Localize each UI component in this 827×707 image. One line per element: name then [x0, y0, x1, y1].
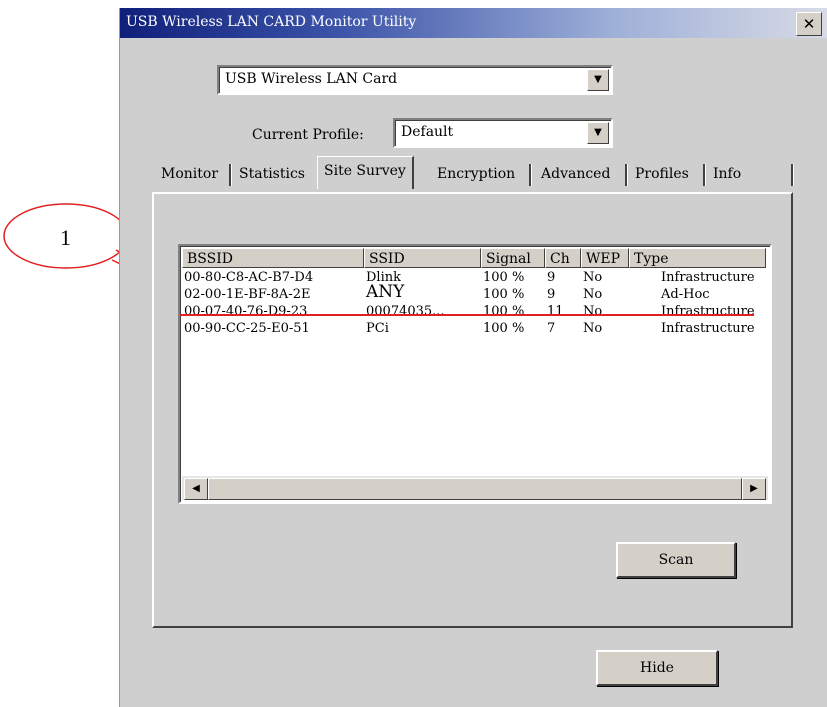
- cell-bssid: 00-07-40-76-D9-23: [184, 304, 308, 319]
- scan-button[interactable]: Scan: [616, 542, 736, 578]
- adapter-select-value: USB Wireless LAN Card: [225, 71, 398, 87]
- cell-ch: 9: [547, 287, 556, 302]
- site-survey-list[interactable]: BSSID SSID Signal Ch WEP Type 00-80-C8-A…: [178, 244, 772, 504]
- cell-signal: 100 %: [483, 304, 525, 319]
- window-title: USB Wireless LAN CARD Monitor Utility: [126, 14, 417, 30]
- monitor-utility-window: USB Wireless LAN CARD Monitor Utility ✕ …: [119, 8, 827, 707]
- adapter-select[interactable]: USB Wireless LAN Card ▼: [217, 65, 613, 95]
- cell-type: Infrastructure: [661, 270, 755, 285]
- cell-type: Infrastructure: [661, 304, 755, 319]
- list-header: BSSID SSID Signal Ch WEP Type: [182, 248, 768, 270]
- annotation-strike-line: [180, 314, 754, 316]
- tab-advanced[interactable]: Advanced: [535, 160, 616, 188]
- cell-ch: 11: [547, 304, 564, 319]
- column-signal[interactable]: Signal: [481, 248, 545, 268]
- cell-signal: 100 %: [483, 270, 525, 285]
- cell-bssid: 02-00-1E-BF-8A-2E: [184, 287, 311, 302]
- cell-ch: 7: [547, 321, 556, 336]
- tab-profiles[interactable]: Profiles: [629, 160, 695, 188]
- cell-bssid: 00-80-C8-AC-B7-D4: [184, 270, 314, 285]
- tab-statistics[interactable]: Statistics: [233, 160, 311, 188]
- cell-ssid: ANY: [366, 282, 405, 302]
- cell-bssid: 00-90-CC-25-E0-51: [184, 321, 310, 336]
- cell-signal: 100 %: [483, 321, 525, 336]
- profile-select-value: Default: [401, 124, 454, 140]
- cell-ssid: 00074035...: [366, 304, 445, 319]
- column-ch[interactable]: Ch: [545, 248, 581, 268]
- cell-ssid: PCi: [366, 321, 389, 336]
- column-wep[interactable]: WEP: [581, 248, 629, 268]
- current-profile-label: Current Profile:: [252, 127, 364, 143]
- column-ssid[interactable]: SSID: [364, 248, 481, 268]
- cell-signal: 100 %: [483, 287, 525, 302]
- tab-site-survey[interactable]: Site Survey: [317, 156, 414, 189]
- annotation-number: 1: [60, 225, 71, 250]
- scroll-thumb[interactable]: [208, 478, 742, 500]
- profile-select[interactable]: Default ▼: [393, 118, 613, 148]
- cell-wep: No: [583, 321, 603, 336]
- cell-wep: No: [583, 270, 603, 285]
- chevron-down-icon[interactable]: ▼: [587, 122, 609, 144]
- column-bssid[interactable]: BSSID: [182, 248, 364, 268]
- tab-info[interactable]: Info: [707, 160, 747, 188]
- column-type[interactable]: Type: [629, 248, 766, 268]
- tab-monitor[interactable]: Monitor: [155, 160, 224, 188]
- scroll-left-icon[interactable]: ◀: [184, 478, 208, 500]
- chevron-down-icon[interactable]: ▼: [587, 69, 609, 91]
- cell-ch: 9: [547, 270, 556, 285]
- tab-encryption[interactable]: Encryption: [431, 160, 521, 188]
- cell-wep: No: [583, 304, 603, 319]
- horizontal-scrollbar[interactable]: ◀ ▶: [182, 476, 768, 500]
- cell-type: Infrastructure: [661, 321, 755, 336]
- scroll-right-icon[interactable]: ▶: [742, 478, 766, 500]
- close-button[interactable]: ✕: [796, 12, 822, 36]
- hide-button[interactable]: Hide: [596, 650, 718, 686]
- cell-wep: No: [583, 287, 603, 302]
- cell-type: Ad-Hoc: [661, 287, 710, 302]
- title-bar: USB Wireless LAN CARD Monitor Utility ✕: [120, 8, 827, 38]
